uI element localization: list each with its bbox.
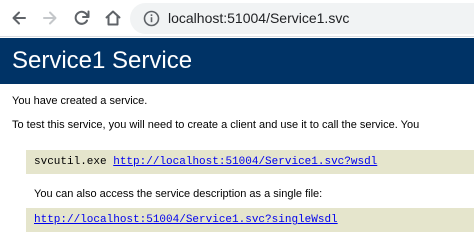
wsdl-link[interactable]: http://localhost:51004/Service1.svc?wsdl <box>113 156 377 168</box>
address-text[interactable]: localhost:51004/Service1.svc <box>168 9 349 27</box>
single-wsdl-code-box: http://localhost:51004/Service1.svc?sing… <box>26 208 474 232</box>
home-icon[interactable] <box>101 6 125 30</box>
single-wsdl-link[interactable]: http://localhost:51004/Service1.svc?sing… <box>34 214 338 226</box>
svcutil-code-box: svcutil.exe http://localhost:51004/Servi… <box>26 150 474 174</box>
reload-icon[interactable] <box>70 6 94 30</box>
arrow-right-icon[interactable] <box>38 6 62 30</box>
page-header: Service1 Service <box>0 38 474 84</box>
browser-toolbar: localhost:51004/Service1.svc <box>0 0 474 37</box>
svcutil-command: svcutil.exe <box>34 156 107 168</box>
address-bar[interactable]: localhost:51004/Service1.svc <box>130 3 474 34</box>
page-title: Service1 Service <box>12 47 193 74</box>
intro-text: You have created a service. <box>12 95 148 107</box>
arrow-left-icon[interactable] <box>7 6 31 30</box>
info-icon[interactable] <box>143 10 160 27</box>
instruction-text: To test this service, you will need to c… <box>12 119 420 131</box>
single-file-text: You can also access the service descript… <box>34 188 323 200</box>
